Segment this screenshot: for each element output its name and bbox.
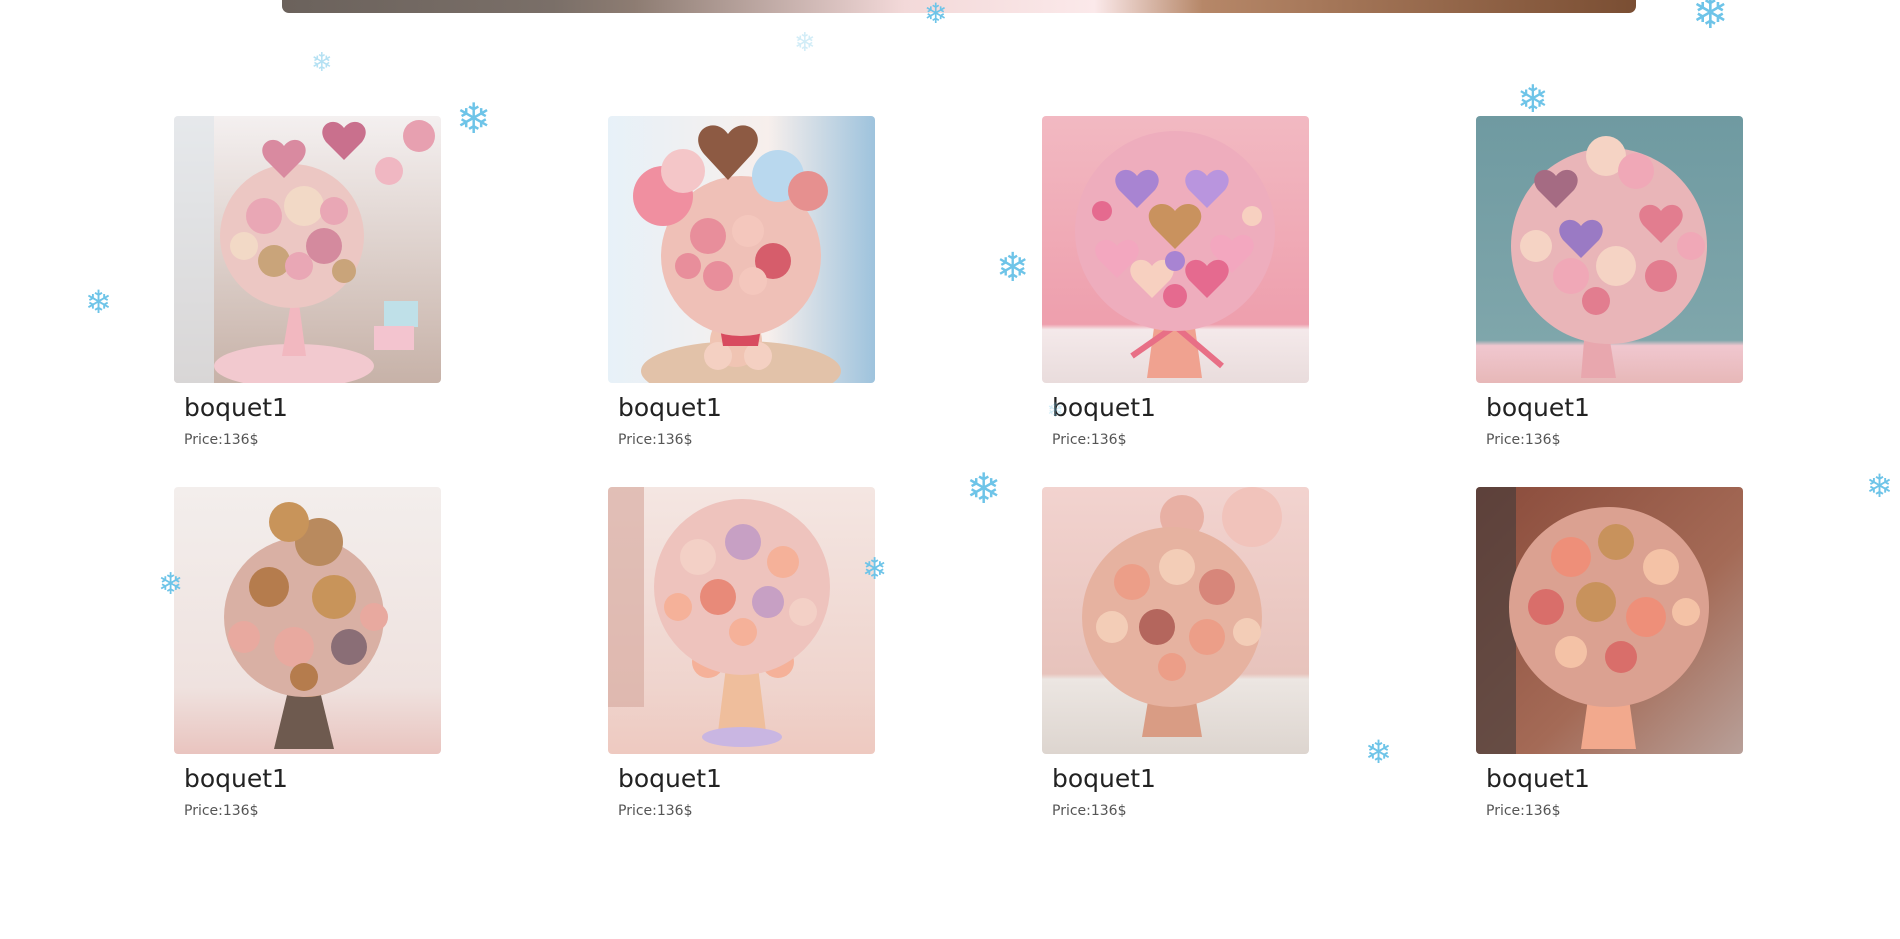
bouquet-image [1042, 487, 1309, 754]
product-title[interactable]: boquet1 [1486, 764, 1743, 794]
product-title[interactable]: boquet1 [1052, 393, 1309, 423]
product-title[interactable]: boquet1 [1052, 764, 1309, 794]
hero-banner-bottom-edge [282, 0, 1636, 13]
product-image[interactable] [608, 116, 875, 383]
product-card[interactable]: boquet1 Price:136$ [1476, 487, 1743, 858]
snowflake-icon: ❄ [311, 48, 333, 78]
product-gallery-page: boquet1 Price:136$ boquet1 Price:136$ bo… [0, 0, 1900, 939]
bouquet-image [1476, 487, 1743, 754]
product-price: Price:136$ [1486, 803, 1561, 819]
product-price: Price:136$ [618, 803, 693, 819]
product-image[interactable] [174, 116, 441, 383]
snowflake-icon: ❄ [1692, 0, 1729, 39]
product-image[interactable] [1476, 116, 1743, 383]
product-title[interactable]: boquet1 [618, 764, 875, 794]
product-card[interactable]: boquet1 Price:136$ [608, 487, 875, 858]
bouquet-image [1476, 116, 1743, 383]
product-image[interactable] [174, 487, 441, 754]
bouquet-image [608, 116, 875, 383]
product-image[interactable] [1476, 487, 1743, 754]
product-price: Price:136$ [1486, 432, 1561, 448]
product-image[interactable] [1042, 116, 1309, 383]
bouquet-image [608, 487, 875, 754]
product-price: Price:136$ [184, 432, 259, 448]
product-card[interactable]: boquet1 Price:136$ [174, 487, 441, 858]
product-card[interactable]: boquet1 Price:136$ [1042, 116, 1309, 487]
product-price: Price:136$ [184, 803, 259, 819]
snowflake-icon: ❄ [1866, 467, 1893, 505]
product-card[interactable]: boquet1 Price:136$ [608, 116, 875, 487]
product-price: Price:136$ [1052, 803, 1127, 819]
snowflake-icon: ❄ [1517, 77, 1549, 121]
bouquet-image [1042, 116, 1309, 383]
product-title[interactable]: boquet1 [184, 393, 441, 423]
snowflake-icon: ❄ [794, 28, 816, 58]
product-price: Price:136$ [1052, 432, 1127, 448]
product-card[interactable]: boquet1 Price:136$ [1042, 487, 1309, 858]
product-title[interactable]: boquet1 [1486, 393, 1743, 423]
product-card[interactable]: boquet1 Price:136$ [174, 116, 441, 487]
product-image[interactable] [608, 487, 875, 754]
snowflake-icon: ❄ [85, 283, 112, 321]
product-grid: boquet1 Price:136$ boquet1 Price:136$ bo… [174, 116, 1744, 858]
product-title[interactable]: boquet1 [184, 764, 441, 794]
product-title[interactable]: boquet1 [618, 393, 875, 423]
bouquet-image [174, 116, 441, 383]
product-image[interactable] [1042, 487, 1309, 754]
product-price: Price:136$ [618, 432, 693, 448]
product-card[interactable]: boquet1 Price:136$ [1476, 116, 1743, 487]
bouquet-image [174, 487, 441, 754]
